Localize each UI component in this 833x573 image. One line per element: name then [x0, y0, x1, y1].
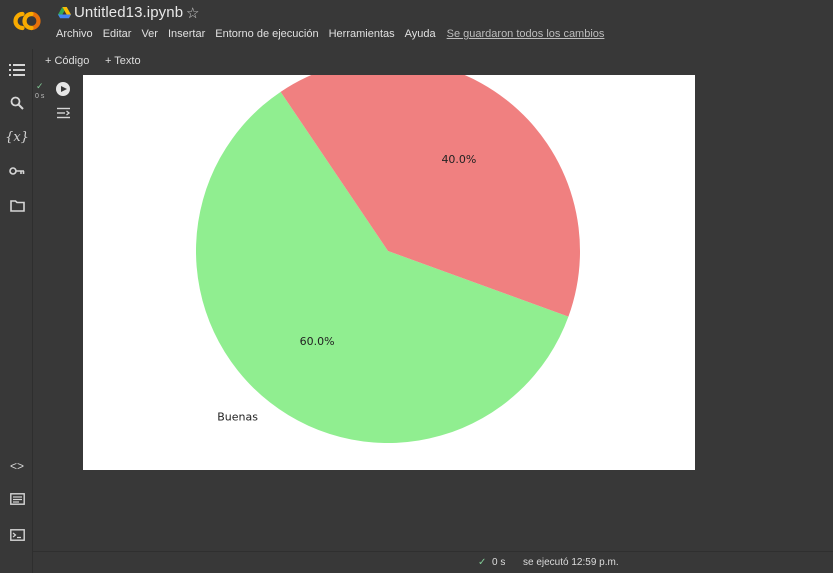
run-status-check-icon: ✓	[36, 81, 44, 91]
execution-time: 0 s	[35, 93, 45, 100]
status-bar: ✓ 0 s se ejecutó 12:59 p.m.	[33, 551, 833, 573]
secrets-key-icon[interactable]	[8, 162, 26, 180]
command-palette-icon[interactable]	[8, 490, 26, 508]
menu-ayuda[interactable]: Ayuda	[405, 28, 436, 40]
notebook-title[interactable]: Untitled13.ipynb	[74, 4, 183, 21]
app-header: Untitled13.ipynb ☆ Archivo Editar Ver In…	[0, 0, 833, 49]
folder-icon[interactable]	[8, 196, 26, 214]
menu-editar[interactable]: Editar	[103, 28, 132, 40]
pie-chart: 60.0% Buenas 40.0%	[196, 75, 580, 443]
search-icon[interactable]	[8, 94, 26, 112]
menu-archivo[interactable]: Archivo	[56, 28, 93, 40]
table-of-contents-icon[interactable]	[8, 61, 26, 79]
footer-run-status[interactable]: se ejecutó 12:59 p.m.	[523, 557, 619, 568]
pie-slice-label: Buenas	[217, 410, 258, 423]
variables-icon[interactable]: {x}	[5, 128, 29, 146]
colab-logo[interactable]	[8, 6, 46, 36]
menu-ver[interactable]: Ver	[141, 28, 158, 40]
pie-pct-label: 40.0%	[441, 153, 476, 166]
notebook-toolbar: + Código + Texto	[33, 49, 833, 73]
pie-pct-label: 60.0%	[300, 335, 335, 348]
menu-insertar[interactable]: Insertar	[168, 28, 205, 40]
add-code-button[interactable]: + Código	[45, 55, 89, 67]
code-snippets-icon[interactable]: <>	[8, 457, 26, 475]
left-sidebar: {x} <>	[0, 49, 33, 573]
add-text-button[interactable]: + Texto	[105, 55, 141, 67]
terminal-icon[interactable]	[8, 526, 26, 544]
save-status-link[interactable]: Se guardaron todos los cambios	[447, 28, 605, 40]
cell-output: 60.0% Buenas 40.0%	[83, 75, 695, 470]
run-cell-button[interactable]	[56, 82, 70, 96]
cell-gutter: ✓ 0 s	[33, 75, 83, 475]
star-icon[interactable]: ☆	[186, 4, 199, 22]
menu-herramientas[interactable]: Herramientas	[329, 28, 395, 40]
footer-check-icon: ✓	[478, 557, 487, 568]
google-drive-icon	[58, 7, 71, 19]
output-actions-icon[interactable]	[56, 107, 71, 119]
footer-exec-time: 0 s	[492, 557, 506, 568]
menu-entorno-de-ejecucion[interactable]: Entorno de ejecución	[215, 28, 318, 40]
menu-bar: Archivo Editar Ver Insertar Entorno de e…	[56, 28, 614, 40]
